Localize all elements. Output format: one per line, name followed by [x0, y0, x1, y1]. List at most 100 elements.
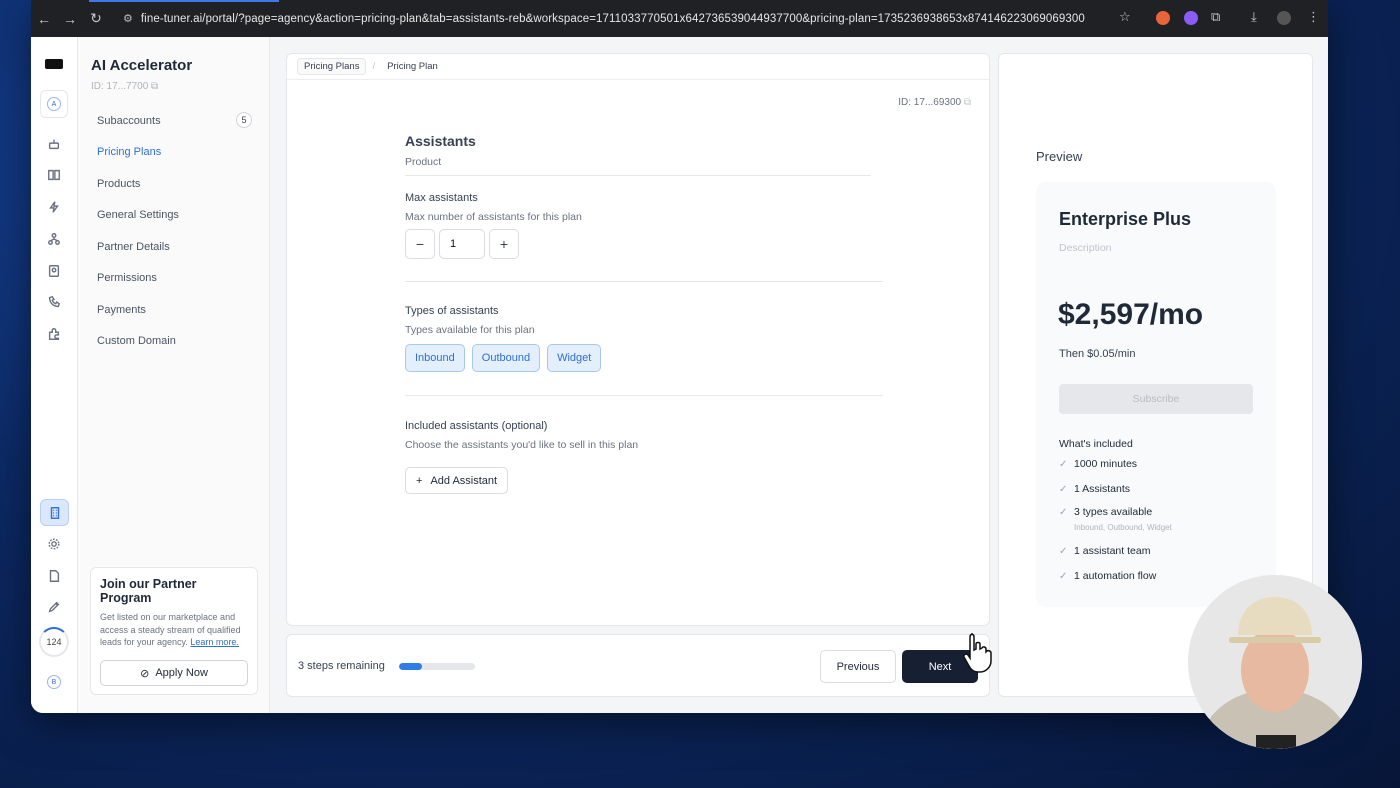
sidebar-item-label: Subaccounts [97, 115, 161, 127]
building-icon[interactable] [40, 499, 69, 526]
check-icon: ✓ [1059, 458, 1068, 470]
max-assistants-help: Max number of assistants for this plan [405, 211, 582, 223]
check-icon: ✓ [1059, 570, 1068, 582]
max-assistants-input[interactable]: 1 [439, 229, 485, 259]
feature-item: ✓ 1000 minutes [1059, 458, 1138, 470]
webcam-overlay [1188, 575, 1362, 749]
subscribe-button[interactable]: Subscribe [1059, 384, 1253, 414]
partner-title: Join our Partner Program [100, 577, 197, 605]
progress-bar [399, 663, 475, 670]
sidebar-item-subaccounts[interactable]: Subaccounts 5 [97, 112, 252, 128]
sidebar-item-general-settings[interactable]: General Settings [97, 209, 252, 221]
increment-button[interactable]: + [489, 229, 519, 259]
apply-now-button[interactable]: ⊘ Apply Now [100, 660, 248, 686]
hand-cursor-icon [963, 633, 992, 673]
included-help: Choose the assistants you'd like to sell… [405, 439, 639, 451]
sidebar-item-permissions[interactable]: Permissions [97, 272, 252, 284]
sidebar-item-payments[interactable]: Payments [97, 304, 252, 316]
phone-icon[interactable] [45, 293, 63, 311]
network-icon[interactable] [45, 230, 63, 248]
type-chip-outbound[interactable]: Outbound [471, 344, 541, 372]
browser-toolbar: ← → ↻ ⚙ fine-tuner.ai/portal/?page=agenc… [31, 0, 1328, 37]
agency-sidebar: AI Accelerator ID: 17...7700 ⧉ Subaccoun… [78, 37, 270, 713]
plan-overage: Then $0.05/min [1059, 348, 1136, 360]
download-icon[interactable]: ⤓ [1251, 9, 1257, 25]
icon-rail: A 124 B [31, 37, 78, 713]
breadcrumb-pricing-plans[interactable]: Pricing Plans [297, 58, 367, 75]
forward-icon[interactable]: → [57, 11, 83, 27]
plan-preview-card: Enterprise Plus Description $2,597/mo Th… [1036, 182, 1276, 607]
previous-button[interactable]: Previous [820, 650, 896, 683]
plan-description: Description [1059, 242, 1112, 254]
feature-item: ✓ 1 assistant team [1059, 545, 1151, 557]
sidebar-item-custom-domain[interactable]: Custom Domain [97, 335, 252, 347]
rocket-icon[interactable] [45, 598, 63, 616]
check-icon: ✓ [1059, 545, 1068, 557]
back-icon[interactable]: ← [31, 11, 57, 27]
browser-window: ← → ↻ ⚙ fine-tuner.ai/portal/?page=agenc… [31, 0, 1328, 713]
puzzle-extensions-icon[interactable]: ⧉ [1211, 9, 1220, 25]
address-bar[interactable]: fine-tuner.ai/portal/?page=agency&action… [141, 13, 1085, 25]
bookmark-star-icon[interactable]: ☆ [1119, 9, 1131, 25]
types-detail: Inbound, Outbound, Widget [1074, 523, 1172, 532]
sidebar-item-products[interactable]: Products [97, 178, 252, 190]
divider [405, 281, 883, 282]
plan-name: Enterprise Plus [1059, 209, 1192, 229]
logo-icon [45, 59, 63, 69]
agency-title: AI Accelerator [91, 57, 193, 74]
learn-more-link[interactable]: Learn more. [190, 637, 239, 647]
lightning-icon[interactable] [45, 198, 63, 216]
included-label: Included assistants (optional) [405, 420, 548, 432]
profile-avatar-icon[interactable] [1277, 11, 1291, 25]
assistant-types: Inbound Outbound Widget [405, 344, 602, 372]
section-subtitle: Product [405, 156, 442, 168]
feature-item: ✓ 1 automation flow [1059, 570, 1157, 582]
add-assistant-label: Add Assistant [430, 474, 498, 487]
included-title: What's included [1059, 438, 1133, 450]
check-icon: ✓ [1059, 506, 1068, 518]
extension-icon[interactable] [1156, 11, 1170, 25]
section-title: Assistants [405, 133, 476, 149]
robot-icon[interactable] [45, 135, 63, 153]
gear-icon[interactable] [45, 535, 63, 553]
partner-program-card: Join our Partner Program Get listed on o… [90, 567, 258, 695]
extension-icon[interactable] [1184, 11, 1198, 25]
reload-icon[interactable]: ↻ [83, 10, 109, 27]
sidebar-item-partner-details[interactable]: Partner Details [97, 241, 252, 253]
type-chip-inbound[interactable]: Inbound [405, 344, 465, 372]
subaccounts-count-badge: 5 [236, 112, 252, 128]
plan-id: ID: 17...69300 ⧉ [898, 97, 971, 108]
check-circle-icon: ⊘ [140, 667, 150, 680]
divider [405, 175, 871, 176]
usage-counter[interactable]: 124 [39, 627, 69, 657]
workspace-avatar-initial: A [47, 97, 61, 111]
feature-item: ✓ 1 Assistants [1059, 483, 1131, 495]
decrement-button[interactable]: − [405, 229, 435, 259]
add-assistant-button[interactable]: + Add Assistant [405, 467, 509, 494]
plan-price: $2,597/mo [1058, 298, 1204, 331]
workspace-avatar[interactable]: A [40, 90, 68, 118]
partner-description: Get listed on our marketplace and access… [100, 612, 241, 647]
contact-card-icon[interactable] [45, 262, 63, 280]
puzzle-icon[interactable] [45, 325, 63, 343]
type-chip-widget[interactable]: Widget [547, 344, 602, 372]
feature-item: ✓ 3 types available [1059, 506, 1153, 518]
user-avatar[interactable]: B [47, 675, 61, 689]
copy-icon[interactable]: ⧉ [964, 97, 971, 108]
agency-id: ID: 17...7700 ⧉ [91, 81, 159, 92]
book-icon[interactable] [45, 166, 63, 184]
apply-now-label: Apply Now [155, 667, 208, 679]
kebab-menu-icon[interactable]: ⋮ [1307, 9, 1320, 25]
breadcrumb: Pricing Plans / Pricing Plan [287, 54, 989, 80]
max-assistants-label: Max assistants [405, 192, 478, 204]
wizard-footer: 3 steps remaining Previous Next [286, 634, 990, 697]
presenter-image [1188, 575, 1362, 749]
types-help: Types available for this plan [405, 324, 535, 336]
plus-icon: + [416, 474, 423, 487]
max-assistants-stepper: − 1 + [405, 229, 519, 259]
site-settings-icon[interactable]: ⚙ [123, 12, 133, 25]
pricing-plan-form: Pricing Plans / Pricing Plan ID: 17...69… [286, 53, 990, 626]
sidebar-item-pricing-plans[interactable]: Pricing Plans [97, 146, 252, 158]
divider [405, 395, 883, 396]
document-icon[interactable] [45, 567, 63, 585]
